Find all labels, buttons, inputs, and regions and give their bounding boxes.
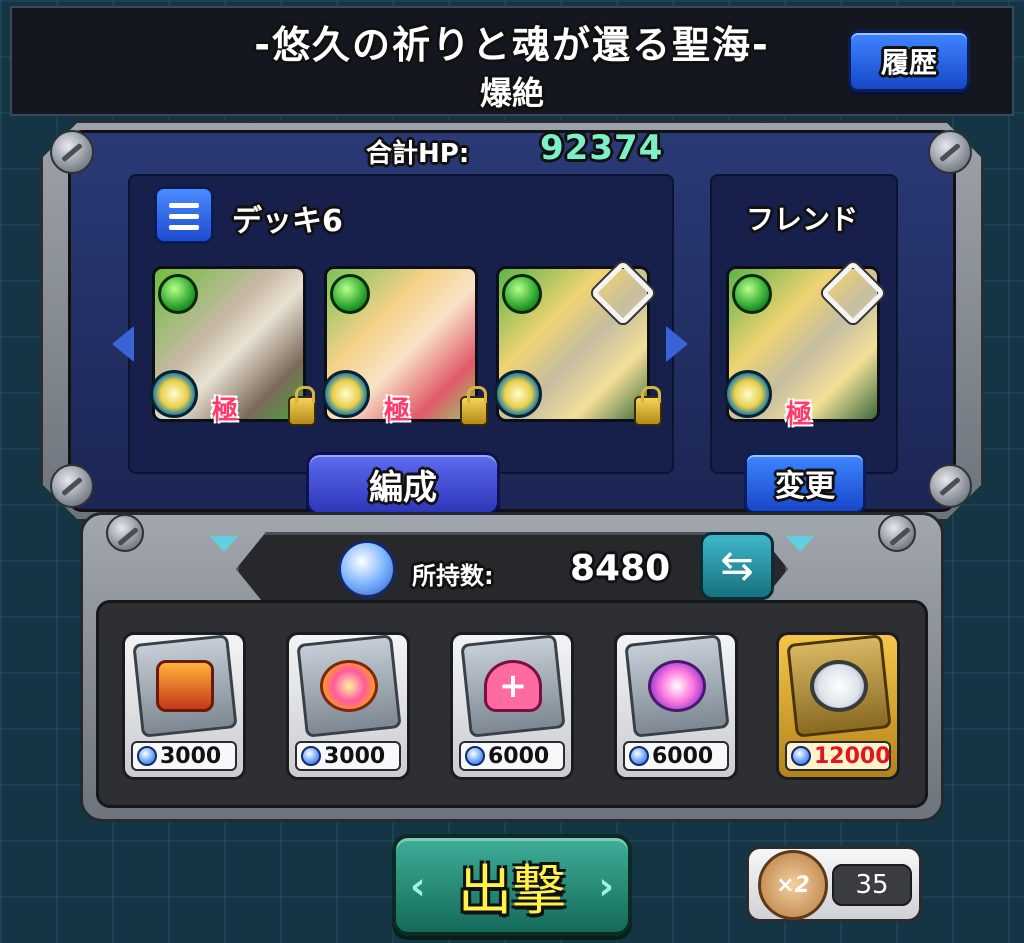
deck-list-icon[interactable] <box>154 186 214 244</box>
element-wood-icon <box>732 274 772 314</box>
item-card-heart[interactable]: + 6000 <box>450 632 574 780</box>
item-card-luck-orb[interactable]: 3000 <box>286 632 410 780</box>
sortie-label: 出撃 <box>458 858 566 922</box>
orb-currency-icon <box>338 540 396 598</box>
screw-icon <box>50 464 94 508</box>
orb-currency-icon <box>629 746 649 766</box>
friend-label: フレンド <box>746 203 859 236</box>
holdings-label: 所持数: <box>412 562 494 590</box>
clock-speed-icon <box>810 660 868 712</box>
swap-arrows-icon[interactable]: ⇆ <box>700 532 774 600</box>
lock-icon <box>634 386 662 426</box>
orb-currency-icon <box>791 746 811 766</box>
ability-icon <box>150 370 198 418</box>
orb-currency-icon <box>301 746 321 766</box>
decoration-triangle-icon <box>786 536 814 552</box>
boost-count: 35 <box>832 864 912 906</box>
rank-badge: 極 <box>384 396 411 426</box>
item-card-clock[interactable]: 12000 <box>776 632 900 780</box>
treasure-chest-icon <box>156 660 214 712</box>
screw-icon <box>928 130 972 174</box>
rank-badge: 極 <box>212 396 239 426</box>
boost-coin-icon: ×2 <box>758 850 828 920</box>
item-price: 6000 <box>488 743 550 769</box>
element-wood-icon <box>158 274 198 314</box>
screw-icon <box>878 514 916 552</box>
next-deck-icon[interactable] <box>666 326 688 362</box>
item-card-light[interactable]: 6000 <box>614 632 738 780</box>
orb-currency-icon <box>465 746 485 766</box>
ability-icon <box>724 370 772 418</box>
change-friend-button[interactable]: 変更 <box>744 452 866 514</box>
decoration-triangle-icon <box>210 536 238 552</box>
total-hp-value: 92374 <box>540 128 664 168</box>
sortie-button[interactable]: ‹ 出撃 › <box>392 834 632 936</box>
screw-icon <box>106 514 144 552</box>
chevron-right-icon: › <box>598 864 614 908</box>
heart-plus-icon: + <box>484 660 542 712</box>
lock-icon <box>460 386 488 426</box>
chevron-left-icon: ‹ <box>410 864 426 908</box>
deck-name: デッキ6 <box>232 204 343 239</box>
item-price: 3000 <box>324 743 386 769</box>
screw-icon <box>50 130 94 174</box>
item-price: 6000 <box>652 743 714 769</box>
rank-badge: 極 <box>786 400 813 430</box>
element-wood-icon <box>330 274 370 314</box>
item-price: 12000 <box>814 743 891 769</box>
screw-icon <box>928 464 972 508</box>
luck-orb-icon <box>320 660 378 712</box>
total-hp-label: 合計HP: <box>366 139 470 169</box>
formation-button[interactable]: 編成 <box>306 452 500 516</box>
ability-icon <box>322 370 370 418</box>
previous-deck-icon[interactable] <box>112 326 134 362</box>
element-wood-icon <box>502 274 542 314</box>
holdings-value: 8480 <box>570 548 671 589</box>
lock-icon <box>288 386 316 426</box>
orb-currency-icon <box>137 746 157 766</box>
history-button[interactable]: 履歴 <box>848 30 970 92</box>
light-burst-icon <box>648 660 706 712</box>
item-card-chest[interactable]: 3000 <box>122 632 246 780</box>
item-price: 3000 <box>160 743 222 769</box>
ability-icon <box>494 370 542 418</box>
